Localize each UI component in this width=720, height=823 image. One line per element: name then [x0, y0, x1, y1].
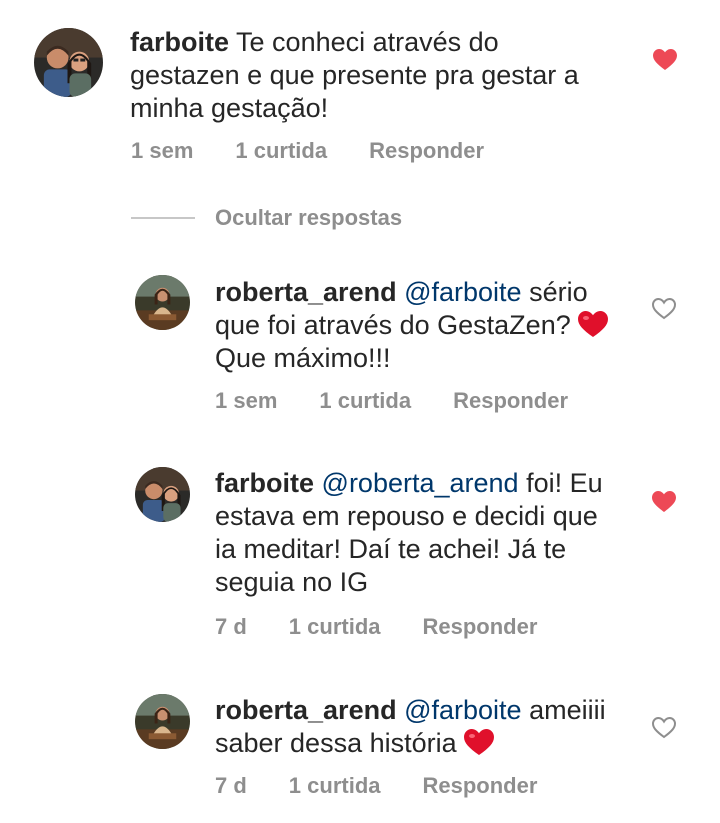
heart-outline-icon	[652, 298, 676, 320]
comment-text: ia meditar! Daí te achei! Já te	[215, 534, 567, 564]
reply-button[interactable]: Responder	[423, 773, 538, 799]
reply-button[interactable]: Responder	[369, 138, 484, 164]
red-heart-emoji-icon	[578, 311, 609, 338]
avatar-roberta-arend[interactable]	[135, 275, 190, 330]
comment-body: farboite @roberta_arend foi! Eu estava e…	[215, 467, 635, 599]
timestamp: 1 sem	[131, 138, 194, 163]
hide-replies-label: Ocultar respostas	[215, 205, 403, 230]
comment-meta: 1 sem 1 curtida Responder	[131, 138, 526, 164]
avatar-farboite[interactable]	[135, 467, 190, 522]
hide-replies-toggle[interactable]: Ocultar respostas	[131, 205, 402, 231]
comment-text: seguia no IG	[215, 567, 369, 597]
comment-meta: 1 sem 1 curtida Responder	[215, 388, 610, 414]
timestamp: 7 d	[215, 773, 247, 798]
comment-text: Que máximo!!!	[215, 343, 391, 373]
comments-thread: farboite Te conheci através do gestazen …	[0, 0, 720, 823]
comment-meta: 7 d 1 curtida Responder	[215, 614, 579, 640]
comment-meta: 7 d 1 curtida Responder	[215, 773, 579, 799]
heart-outline-icon	[652, 717, 676, 739]
comment-text-line2: gestazen e que presente pra gestar a	[130, 60, 579, 90]
avatar-farboite-image	[34, 28, 103, 97]
comment-text: que foi através do GestaZen?	[215, 310, 571, 340]
avatar-roberta-image	[135, 694, 190, 749]
avatar-roberta-arend[interactable]	[135, 694, 190, 749]
mention-link[interactable]: @roberta_arend	[322, 468, 519, 498]
comment-text: saber dessa história	[215, 728, 457, 758]
likes-count-link[interactable]: 1 curtida	[289, 614, 381, 640]
mention-link[interactable]: @farboite	[404, 695, 521, 725]
username[interactable]: farboite	[130, 27, 229, 57]
like-heart-icon[interactable]	[652, 491, 676, 513]
username[interactable]: roberta_arend	[215, 695, 397, 725]
reply-button[interactable]: Responder	[423, 614, 538, 640]
username[interactable]: roberta_arend	[215, 277, 397, 307]
comment-body: roberta_arend @farboite sério que foi at…	[215, 276, 635, 375]
heart-filled-icon	[652, 491, 676, 512]
comment-text: estava em repouso e decidi que	[215, 501, 598, 531]
like-heart-icon[interactable]	[652, 298, 676, 320]
timestamp: 7 d	[215, 614, 247, 639]
comment-text: ameiiii	[529, 695, 606, 725]
comment-body: roberta_arend @farboite ameiiii saber de…	[215, 694, 635, 760]
avatar-farboite-image	[135, 467, 190, 522]
divider-line	[131, 217, 195, 219]
likes-count-link[interactable]: 1 curtida	[319, 388, 411, 414]
comment-body: farboite Te conheci através do gestazen …	[130, 26, 650, 125]
red-heart-emoji-icon	[464, 729, 495, 756]
avatar-farboite[interactable]	[34, 28, 103, 97]
like-heart-icon[interactable]	[653, 49, 677, 71]
comment-text-line3: minha gestação!	[130, 93, 329, 123]
avatar-roberta-image	[135, 275, 190, 330]
comment-text: foi! Eu	[526, 468, 603, 498]
comment-text-line1: Te conheci através do	[236, 27, 499, 57]
heart-filled-icon	[653, 49, 677, 70]
timestamp: 1 sem	[215, 388, 278, 413]
like-heart-icon[interactable]	[652, 717, 676, 739]
likes-count-link[interactable]: 1 curtida	[235, 138, 327, 164]
mention-link[interactable]: @farboite	[404, 277, 521, 307]
username[interactable]: farboite	[215, 468, 314, 498]
comment-text: sério	[529, 277, 588, 307]
likes-count-link[interactable]: 1 curtida	[289, 773, 381, 799]
reply-button[interactable]: Responder	[453, 388, 568, 414]
